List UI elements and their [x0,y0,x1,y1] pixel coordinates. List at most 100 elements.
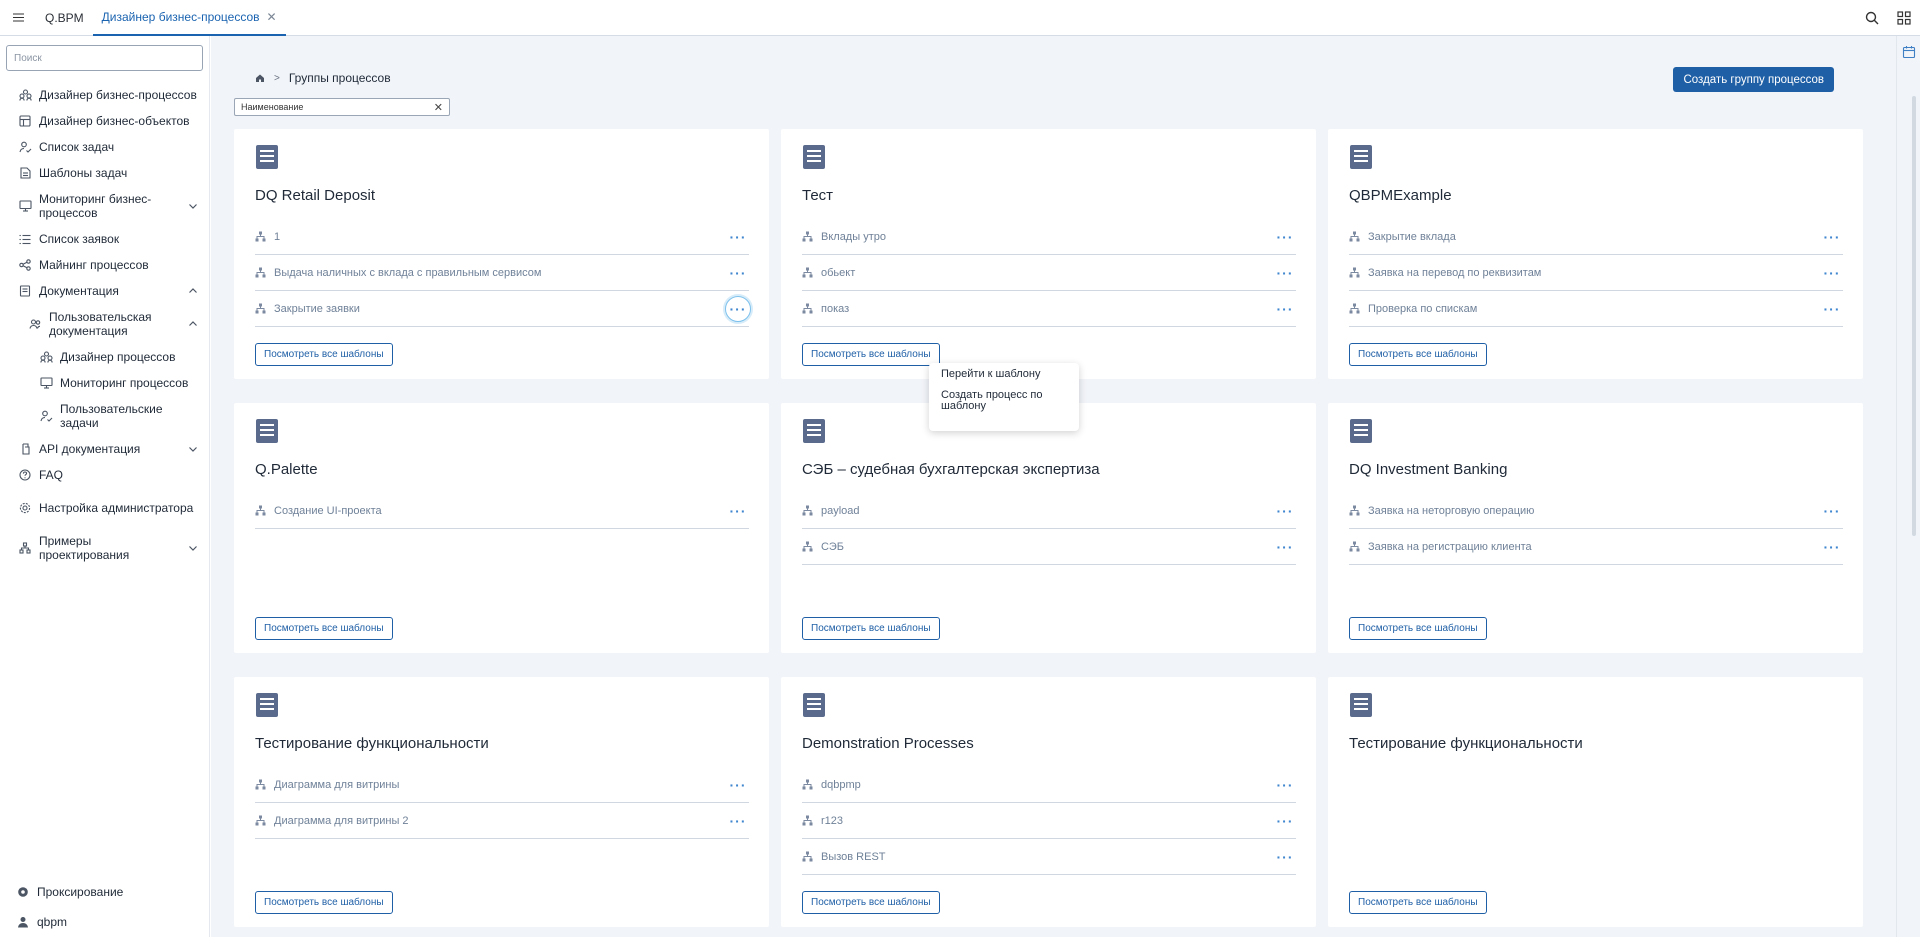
sidebar-item-label: Дизайнер процессов [60,350,176,364]
clear-filter-icon[interactable]: ✕ [434,101,443,114]
template-row[interactable]: Заявка на перевод по реквизитам ··· [1349,255,1843,291]
tab-process-designer[interactable]: Дизайнер бизнес-процессов ✕ [92,0,286,36]
chevron-down-icon[interactable] [188,201,198,211]
chevron-up-icon[interactable] [188,286,198,296]
view-all-templates-button[interactable]: Посмотреть все шаблоны [255,343,393,366]
sidebar-item-user-documentation[interactable]: Пользовательская документация [0,304,210,344]
template-row[interactable]: Заявка на регистрацию клиента ··· [1349,529,1843,565]
sidebar-item-user-tasks-docs[interactable]: Пользовательские задачи [0,396,210,436]
document-icon [802,692,826,718]
view-all-templates-button[interactable]: Посмотреть все шаблоны [802,617,940,640]
sidebar-footer: Проксирование qbpm [0,877,210,937]
template-list: dqbpmp ··· r123 ··· Вызов REST ··· [802,767,1296,875]
more-options-icon[interactable]: ··· [1819,224,1845,250]
view-all-templates-button[interactable]: Посмотреть все шаблоны [255,617,393,640]
sidebar-item-process-designer[interactable]: Дизайнер бизнес-процессов [0,82,210,108]
apps-grid-icon[interactable] [1888,0,1920,36]
filter-chip[interactable]: Наименование ✕ [234,98,450,116]
template-row[interactable]: Закрытие вклада ··· [1349,219,1843,255]
sidebar-item-proxying[interactable]: Проксирование [0,877,210,907]
menu-item-go-to-template[interactable]: Перейти к шаблону [941,369,1067,380]
menu-item-create-process-from-template[interactable]: Создать процесс по шаблону [941,390,1067,412]
sidebar-item-admin-settings[interactable]: Настройка администратора [0,488,210,528]
more-options-icon[interactable]: ··· [1272,260,1298,286]
template-list: Диаграмма для витрины ··· Диаграмма для ви… [255,767,749,839]
main-content: > Группы процессов Создать группу процес… [211,36,1920,937]
chevron-down-icon[interactable] [188,444,198,454]
template-row[interactable]: Проверка по спискам ··· [1349,291,1843,327]
search-icon[interactable] [1856,0,1888,36]
template-row[interactable]: Выдача наличных с вклада с правильным се… [255,255,749,291]
more-options-icon[interactable]: ··· [1272,296,1298,322]
sidebar-item-process-mining[interactable]: Майнинг процессов [0,252,210,278]
more-options-icon[interactable]: ··· [1272,534,1298,560]
hierarchy-icon [255,505,266,516]
template-row[interactable]: Диаграмма для витрины ··· [255,767,749,803]
sidebar-item-design-examples[interactable]: Примеры проектирования [0,528,210,568]
template-row[interactable]: payload ··· [802,493,1296,529]
template-row[interactable]: показ ··· [802,291,1296,327]
sidebar-item-designer-docs[interactable]: Дизайнер процессов [0,344,210,370]
template-row[interactable]: Вызов REST ··· [802,839,1296,875]
more-options-icon[interactable]: ··· [1819,296,1845,322]
view-all-templates-button[interactable]: Посмотреть все шаблоны [255,891,393,914]
template-row[interactable]: dqbpmp ··· [802,767,1296,803]
more-options-icon[interactable]: ··· [1819,260,1845,286]
home-icon[interactable] [255,73,265,83]
scrollbar-thumb[interactable] [1912,96,1916,536]
sidebar-item-task-list[interactable]: Список задач [0,134,210,160]
tab-qbpm[interactable]: Q.BPM [36,0,93,36]
filter-chip-label: Наименование [241,102,304,112]
menu-icon[interactable] [0,0,36,36]
template-row[interactable]: обьект ··· [802,255,1296,291]
more-options-icon[interactable]: ··· [725,498,751,524]
more-options-icon[interactable]: ··· [1819,498,1845,524]
chevron-up-icon[interactable] [188,319,198,329]
more-options-icon[interactable]: ··· [725,260,751,286]
hierarchy-icon [255,303,266,314]
template-row[interactable]: СЭБ ··· [802,529,1296,565]
sidebar-item-faq[interactable]: FAQ [0,462,210,488]
view-all-templates-button[interactable]: Посмотреть все шаблоны [1349,343,1487,366]
template-row[interactable]: Вклады утро ··· [802,219,1296,255]
sidebar-item-task-templates[interactable]: Шаблоны задач [0,160,210,186]
create-process-group-button[interactable]: Создать группу процессов [1673,67,1834,92]
sidebar-item-monitoring-docs[interactable]: Мониторинг процессов [0,370,210,396]
more-options-icon[interactable]: ··· [1272,844,1298,870]
more-options-icon[interactable]: ··· [1272,498,1298,524]
calendar-icon[interactable] [1902,45,1916,59]
search-input[interactable] [6,45,203,71]
more-options-icon[interactable]: ··· [725,772,751,798]
sidebar-item-user-profile[interactable]: qbpm [0,907,210,937]
template-row[interactable]: Диаграмма для витрины 2 ··· [255,803,749,839]
template-row[interactable]: Закрытие заявки ··· [255,291,751,327]
more-options-icon[interactable]: ··· [1819,534,1845,560]
sidebar-item-process-monitoring[interactable]: Мониторинг бизнес-процессов [0,186,210,226]
sidebar-item-documentation[interactable]: Документация [0,278,210,304]
template-row[interactable]: r123 ··· [802,803,1296,839]
hierarchy-icon [1349,505,1360,516]
more-options-icon[interactable]: ··· [725,808,751,834]
document-icon [1349,692,1373,718]
sidebar-item-request-list[interactable]: Список заявок [0,226,210,252]
close-icon[interactable]: ✕ [267,10,277,24]
sidebar-item-label: API документация [39,442,141,456]
view-all-templates-button[interactable]: Посмотреть все шаблоны [1349,617,1487,640]
view-all-templates-button[interactable]: Посмотреть все шаблоны [802,891,940,914]
chevron-down-icon[interactable] [188,543,198,553]
sidebar-item-label: Майнинг процессов [39,258,149,272]
view-all-templates-button[interactable]: Посмотреть все шаблоны [802,343,940,366]
more-options-icon[interactable]: ··· [725,224,751,250]
view-all-templates-button[interactable]: Посмотреть все шаблоны [1349,891,1487,914]
process-group-card: Demonstration Processes dqbpmp ··· r123 ··· В… [781,677,1316,927]
template-row[interactable]: Создание UI-проекта ··· [255,493,749,529]
template-name: показ [821,302,850,315]
more-options-icon[interactable]: ··· [1272,224,1298,250]
more-options-icon[interactable]: ··· [1272,772,1298,798]
template-row[interactable]: 1 ··· [255,219,749,255]
template-row[interactable]: Заявка на неторговую операцию ··· [1349,493,1843,529]
more-options-icon[interactable]: ··· [1272,808,1298,834]
sidebar-item-api-docs[interactable]: API документация [0,436,210,462]
sidebar-item-object-designer[interactable]: Дизайнер бизнес-объектов [0,108,210,134]
more-options-icon[interactable]: ··· [725,295,751,322]
